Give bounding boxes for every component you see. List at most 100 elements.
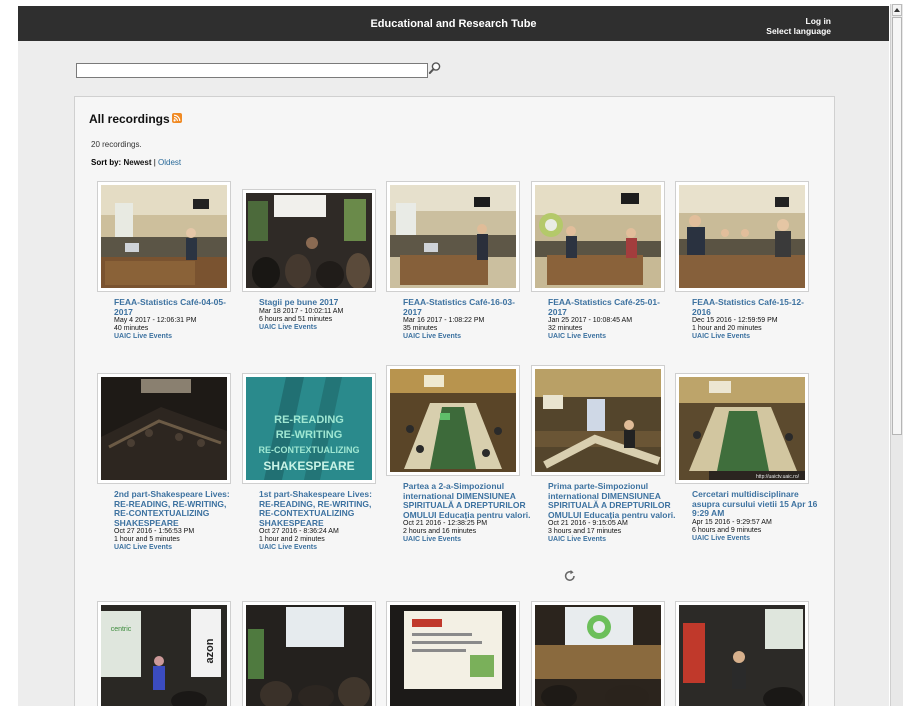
sort-controls: Sort by: Newest | Oldest <box>91 158 181 167</box>
recording-thumbnail[interactable] <box>386 181 520 292</box>
recording-meta: 2nd part-Shakespeare Lives: RE-READING, … <box>114 489 242 552</box>
conference-photo <box>535 369 661 472</box>
conference-photo <box>679 605 805 706</box>
recording-channel[interactable]: UAIC Live Events <box>548 536 676 544</box>
page-title: All recordings <box>89 112 170 126</box>
magnifier-icon[interactable] <box>428 61 442 75</box>
recording-duration: 1 hour and 20 minutes <box>692 325 762 332</box>
sort-separator: | <box>153 158 156 167</box>
recording-duration: 40 minutes <box>114 325 149 332</box>
sort-newest: Newest <box>123 158 152 167</box>
recording-duration: 32 minutes <box>548 325 583 332</box>
sort-oldest-link[interactable]: Oldest <box>158 158 181 167</box>
recording-meta: FEAA-Statistics Café-15-12-2016 Dec 15 2… <box>692 297 820 341</box>
login-link[interactable]: Log in <box>766 16 832 26</box>
recording-meta: 1st part-Shakespeare Lives: RE-READING, … <box>259 489 387 552</box>
recording-channel[interactable]: UAIC Live Events <box>403 536 531 544</box>
recording-thumbnail[interactable] <box>97 181 231 292</box>
recording-duration: 1 hour and 5 minutes <box>114 536 180 543</box>
recording-date: Jan 25 2017 - 10:08:45 AM <box>548 317 633 324</box>
recording-channel[interactable]: UAIC Live Events <box>692 535 820 543</box>
arrow-up-icon <box>894 8 900 12</box>
recording-meta: FEAA-Statistics Café-16-03-2017 Mar 16 2… <box>403 297 531 341</box>
recording-duration: 6 hours and 51 minutes <box>259 315 333 323</box>
recording-date: Apr 15 2016 - 9:29:57 AM <box>692 518 772 526</box>
recording-title[interactable]: Prima parte-Simpozionul international DI… <box>548 481 676 520</box>
page: Educational and Research Tube Log in Sel… <box>18 6 889 706</box>
recording-date: May 4 2017 - 12:06:31 PM <box>114 317 197 324</box>
recording-date: Mar 18 2017 - 10:02:11 AM <box>259 307 344 315</box>
slide-line-2: RE-WRITING <box>276 429 343 441</box>
conference-photo <box>390 369 516 472</box>
recording-title[interactable]: 1st part-Shakespeare Lives: RE-READING, … <box>259 489 387 528</box>
recording-thumbnail[interactable] <box>97 373 231 484</box>
sort-label: Sort by: <box>91 158 122 167</box>
site-title: Educational and Research Tube <box>370 18 537 30</box>
recording-thumbnail[interactable] <box>386 365 520 476</box>
rss-icon[interactable] <box>172 113 182 123</box>
recording-title[interactable]: 2nd part-Shakespeare Lives: RE-READING, … <box>114 489 242 528</box>
recording-duration: 1 hour and 2 minutes <box>259 536 325 543</box>
slide-line-4: SHAKESPEARE <box>263 459 354 473</box>
page-scrollbar[interactable] <box>890 4 903 706</box>
sponsor-logo-text: centric <box>111 626 132 633</box>
scrollbar-thumb[interactable] <box>892 17 902 435</box>
shakespeare-slide: RE-READING RE-WRITING RE-CONTEXTUALIZING… <box>246 377 372 480</box>
conference-photo <box>101 185 227 288</box>
recording-title[interactable]: Stagii pe bune 2017 <box>259 297 387 308</box>
video-watermark: http://uaictv.uaic.ro/ <box>756 474 800 480</box>
recording-channel[interactable]: UAIC Live Events <box>114 333 242 341</box>
recording-channel[interactable]: UAIC Live Events <box>692 333 820 341</box>
recording-thumbnail[interactable] <box>531 601 665 706</box>
recording-title[interactable]: FEAA-Statistics Café-15-12-2016 <box>692 297 820 317</box>
presentation-photo <box>390 605 516 706</box>
recording-thumbnail[interactable] <box>531 365 665 476</box>
recording-channel[interactable]: UAIC Live Events <box>548 333 676 341</box>
recordings-count: 20 recordings. <box>91 140 142 149</box>
recording-channel[interactable]: UAIC Live Events <box>114 544 242 552</box>
recording-meta: FEAA-Statistics Café-04-05-2017 May 4 20… <box>114 297 242 341</box>
select-language-link[interactable]: Select language <box>766 26 831 36</box>
recording-title[interactable]: FEAA-Statistics Café-25-01-2017 <box>548 297 676 317</box>
conference-photo <box>679 185 805 288</box>
slide-line-3: RE-CONTEXTUALIZING <box>259 445 360 455</box>
recording-title[interactable]: FEAA-Statistics Café-04-05-2017 <box>114 297 242 317</box>
recording-date: Oct 21 2016 - 9:15:05 AM <box>548 520 628 527</box>
conference-photo <box>535 185 661 288</box>
conference-photo <box>535 605 661 706</box>
conference-photo <box>246 605 372 706</box>
conference-photo <box>390 185 516 288</box>
top-bar: Educational and Research Tube Log in Sel… <box>18 6 889 41</box>
recording-thumbnail[interactable] <box>531 181 665 292</box>
recording-thumbnail[interactable]: centric azon <box>97 601 231 706</box>
recording-meta: Stagii pe bune 2017 Mar 18 2017 - 10:02:… <box>259 297 387 332</box>
recording-thumbnail[interactable]: http://uaictv.uaic.ro/ <box>675 373 809 484</box>
recording-date: Oct 27 2016 - 1:56:53 PM <box>114 528 195 535</box>
slide-line-1: RE-READING <box>274 414 344 426</box>
recording-duration: 6 hours and 9 minutes <box>692 526 762 534</box>
recording-duration: 2 hours and 16 minutes <box>403 528 477 535</box>
sponsor-banner-text: azon <box>204 638 216 663</box>
recording-channel[interactable]: UAIC Live Events <box>259 544 387 552</box>
recordings-panel: All recordings 20 recordings. Sort by: N… <box>74 96 835 706</box>
recording-thumbnail[interactable]: RE-READING RE-WRITING RE-CONTEXTUALIZING… <box>242 373 376 484</box>
recording-date: Dec 15 2016 - 12:59:59 PM <box>692 317 778 324</box>
recording-thumbnail[interactable] <box>242 189 376 292</box>
recording-date: Oct 27 2016 - 8:36:24 AM <box>259 528 339 535</box>
recording-thumbnail[interactable] <box>386 601 520 706</box>
recording-title[interactable]: Partea a 2-a-Simpozionul international D… <box>403 481 531 520</box>
recording-title[interactable]: FEAA-Statistics Café-16-03-2017 <box>403 297 531 317</box>
recording-thumbnail[interactable] <box>675 181 809 292</box>
search-input[interactable] <box>76 63 428 78</box>
recording-channel[interactable]: UAIC Live Events <box>403 333 531 341</box>
top-links: Log in Select language <box>766 16 831 36</box>
refresh-icon[interactable] <box>563 569 577 583</box>
conference-photo: http://uaictv.uaic.ro/ <box>679 377 805 480</box>
recording-thumbnail[interactable] <box>242 601 376 706</box>
recording-thumbnail[interactable] <box>675 601 809 706</box>
conference-photo: centric azon <box>101 605 227 706</box>
recording-channel[interactable]: UAIC Live Events <box>259 324 387 332</box>
recording-date: Mar 16 2017 - 1:08:22 PM <box>403 317 485 324</box>
scroll-up-arrow[interactable] <box>892 4 902 16</box>
recording-title[interactable]: Cercetari multidisciplinare asupra cursu… <box>692 489 820 519</box>
